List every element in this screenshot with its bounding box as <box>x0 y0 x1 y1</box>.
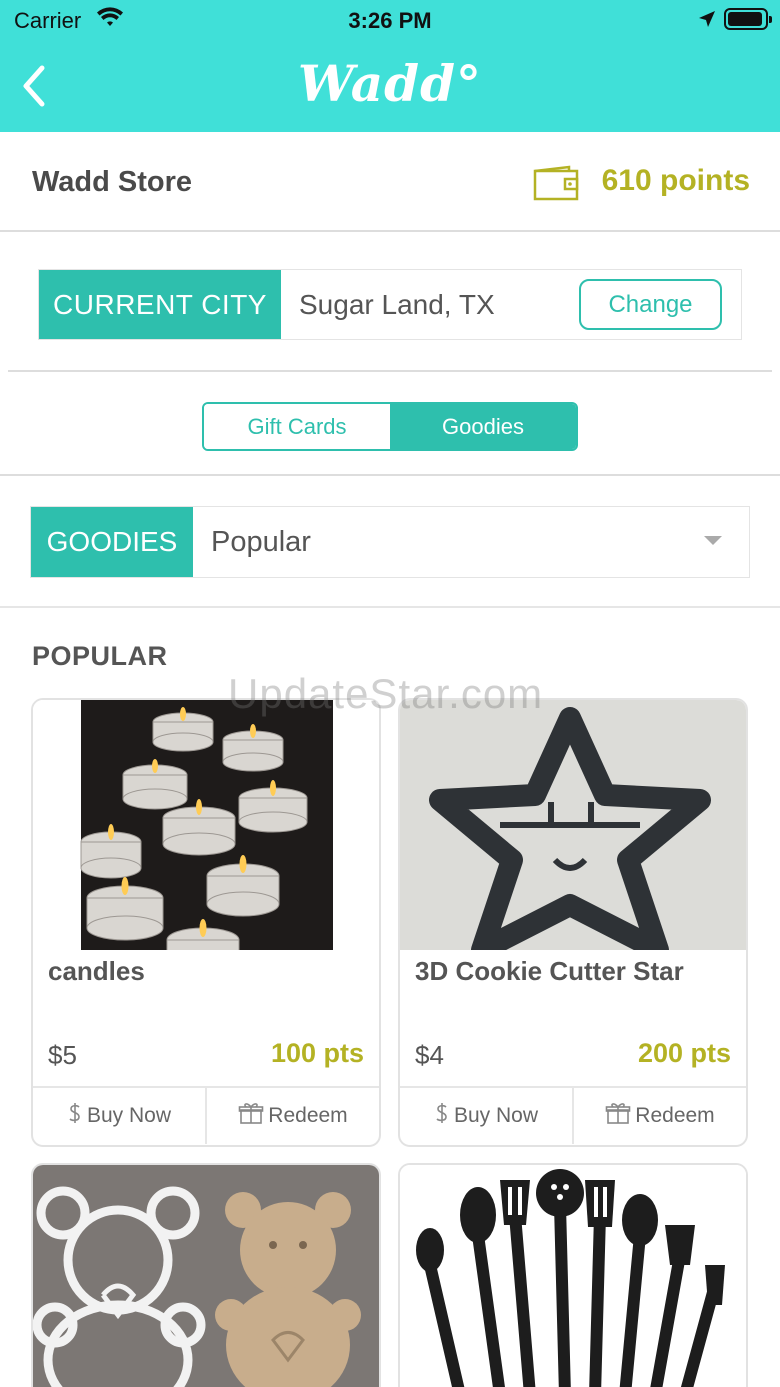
current-city-value: Sugar Land, TX <box>299 289 495 320</box>
city-section: CURRENT CITY Sugar Land, TX Change <box>8 232 772 372</box>
location-arrow-icon <box>697 9 717 35</box>
current-city-box: CURRENT CITY Sugar Land, TX Change <box>38 269 742 340</box>
kitchen-utensils-photo[interactable] <box>400 1165 746 1387</box>
product-price: $4 <box>415 1040 444 1070</box>
buy-now-button[interactable]: Buy Now <box>33 1088 205 1144</box>
wadd-logo: Wadd° <box>297 54 483 113</box>
redeem-label: Redeem <box>635 1104 715 1127</box>
redeem-button[interactable]: Redeem <box>205 1088 379 1144</box>
star-cookie-cutter-photo[interactable] <box>400 700 746 950</box>
product-price: $5 <box>48 1040 77 1070</box>
dropdown-caret-icon <box>704 536 722 545</box>
change-city-button[interactable]: Change <box>579 279 722 330</box>
page-title: Wadd Store <box>32 166 193 198</box>
product-name: candles <box>48 956 145 986</box>
clock: 3:26 PM <box>348 8 432 33</box>
points-balance: 610 points <box>601 164 750 197</box>
goodies-filter-dropdown[interactable]: GOODIES Popular <box>30 506 750 578</box>
product-points: 200 pts <box>637 1038 731 1068</box>
dollar-icon <box>67 1101 83 1131</box>
product-name: 3D Cookie Cutter Star <box>415 956 684 986</box>
candles-photo[interactable] <box>33 700 379 950</box>
buy-now-button[interactable]: Buy Now <box>400 1088 572 1144</box>
teddy-bear-cookie-cutter-photo[interactable] <box>33 1165 379 1387</box>
battery-icon <box>724 8 772 30</box>
product-card[interactable] <box>398 1163 748 1387</box>
product-card[interactable]: 3D Cookie Cutter Star $4 200 pts Buy Now… <box>398 698 748 1147</box>
section-title: POPULAR <box>32 641 168 671</box>
buy-now-label: Buy Now <box>86 1104 172 1127</box>
gift-icon <box>238 1101 264 1131</box>
tab-goodies[interactable]: Goodies <box>390 404 576 449</box>
dollar-icon <box>434 1101 450 1131</box>
store-header: Wadd Store 610 points <box>0 132 780 232</box>
product-card[interactable] <box>31 1163 381 1387</box>
filter-section: GOODIES Popular <box>0 476 780 608</box>
category-segmented-control: Gift Cards Goodies <box>202 402 578 451</box>
product-card[interactable]: candles $5 100 pts Buy Now Redeem <box>31 698 381 1147</box>
buy-now-label: Buy Now <box>453 1104 539 1127</box>
product-actions: Buy Now Redeem <box>33 1086 379 1144</box>
wallet-icon <box>533 165 581 206</box>
gift-icon <box>605 1101 631 1131</box>
product-points: 100 pts <box>270 1038 364 1068</box>
current-city-label: CURRENT CITY <box>39 270 281 339</box>
redeem-button[interactable]: Redeem <box>572 1088 746 1144</box>
tab-gift-cards[interactable]: Gift Cards <box>204 404 390 449</box>
product-actions: Buy Now Redeem <box>400 1086 746 1144</box>
status-bar: Carrier 3:26 PM <box>0 0 780 40</box>
category-toggle-section: Gift Cards Goodies <box>0 372 780 476</box>
filter-selected-value: Popular <box>211 526 311 558</box>
top-bar: Carrier 3:26 PM Wadd° <box>0 0 780 132</box>
filter-label: GOODIES <box>31 507 193 577</box>
redeem-label: Redeem <box>268 1104 348 1127</box>
watermark-text: UpdateStar.com <box>228 670 544 717</box>
